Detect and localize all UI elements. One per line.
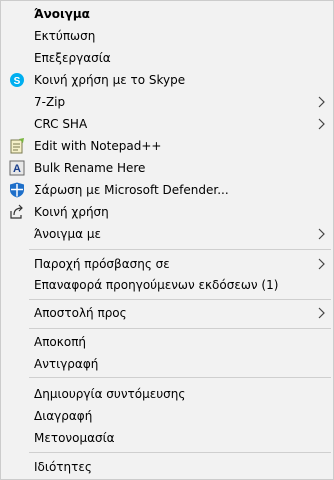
menu-item-label: Επαναφορά προηγούμενων εκδόσεων (1): [34, 278, 279, 292]
menu-item-label: Παροχή πρόσβασης σε: [34, 257, 170, 271]
menu-item-give-access[interactable]: Παροχή πρόσβασης σε: [1, 253, 333, 275]
chevron-right-icon: [318, 228, 325, 240]
menu-item-delete[interactable]: Διαγραφή: [1, 405, 333, 427]
menu-item-crc-sha[interactable]: CRC SHA: [1, 113, 333, 135]
menu-item-edit-notepad[interactable]: Edit with Notepad++: [1, 135, 333, 157]
context-menu: Άνοιγμα Εκτύπωση Επεξεργασία S Κοινή χρή…: [0, 0, 334, 480]
chevron-right-icon: [318, 258, 325, 270]
menu-item-label: Άνοιγμα με: [34, 227, 101, 241]
menu-item-label: Σάρωση με Microsoft Defender...: [34, 183, 229, 197]
svg-text:S: S: [14, 76, 21, 87]
menu-separator: [29, 452, 331, 453]
menu-item-defender-scan[interactable]: Σάρωση με Microsoft Defender...: [1, 179, 333, 201]
microsoft-defender-icon: [10, 182, 24, 198]
menu-item-rename[interactable]: Μετονομασία: [1, 427, 333, 449]
menu-item-properties[interactable]: Ιδιότητες: [1, 456, 333, 478]
menu-item-print[interactable]: Εκτύπωση: [1, 25, 333, 47]
menu-item-label: Μετονομασία: [34, 431, 115, 445]
notepad-plus-plus-icon: [10, 138, 24, 154]
menu-item-create-shortcut[interactable]: Δημιουργία συντόμευσης: [1, 383, 333, 405]
menu-item-edit[interactable]: Επεξεργασία: [1, 47, 333, 69]
menu-item-copy[interactable]: Αντιγραφή: [1, 353, 333, 375]
chevron-right-icon: [318, 307, 325, 319]
menu-separator: [29, 299, 331, 300]
menu-item-7zip[interactable]: 7-Zip: [1, 91, 333, 113]
menu-item-open-with[interactable]: Άνοιγμα με: [1, 223, 333, 245]
menu-item-restore-versions[interactable]: Επαναφορά προηγούμενων εκδόσεων (1): [1, 274, 333, 296]
menu-item-label: Άνοιγμα: [34, 7, 90, 21]
menu-item-share[interactable]: Κοινή χρήση: [1, 201, 333, 223]
bulk-rename-icon: A: [9, 160, 25, 176]
menu-separator: [29, 377, 331, 378]
menu-item-open[interactable]: Άνοιγμα: [1, 3, 333, 25]
chevron-right-icon: [318, 118, 325, 130]
menu-separator: [29, 328, 331, 329]
menu-item-share-skype[interactable]: S Κοινή χρήση με το Skype: [1, 69, 333, 91]
share-icon: [10, 204, 23, 219]
menu-item-bulk-rename[interactable]: A Bulk Rename Here: [1, 157, 333, 179]
menu-item-label: Κοινή χρήση: [34, 205, 109, 219]
menu-item-label: CRC SHA: [34, 117, 88, 131]
menu-item-label: Bulk Rename Here: [34, 161, 146, 175]
menu-separator: [29, 249, 331, 250]
menu-item-label: Επεξεργασία: [34, 51, 111, 65]
menu-item-send-to[interactable]: Αποστολή προς: [1, 302, 333, 324]
skype-icon: S: [10, 73, 24, 87]
menu-item-label: Αποστολή προς: [34, 306, 127, 320]
menu-item-label: Αποκοπή: [34, 335, 87, 349]
menu-item-label: Edit with Notepad++: [34, 139, 162, 153]
menu-item-label: Εκτύπωση: [34, 29, 96, 43]
menu-item-cut[interactable]: Αποκοπή: [1, 331, 333, 353]
chevron-right-icon: [318, 96, 325, 108]
menu-item-label: Αντιγραφή: [34, 357, 99, 371]
menu-item-label: Ιδιότητες: [34, 460, 92, 474]
menu-item-label: Δημιουργία συντόμευσης: [34, 387, 186, 401]
menu-item-label: 7-Zip: [34, 95, 66, 109]
menu-item-label: Διαγραφή: [34, 409, 93, 423]
svg-text:A: A: [13, 163, 21, 175]
menu-item-label: Κοινή χρήση με το Skype: [34, 73, 186, 87]
